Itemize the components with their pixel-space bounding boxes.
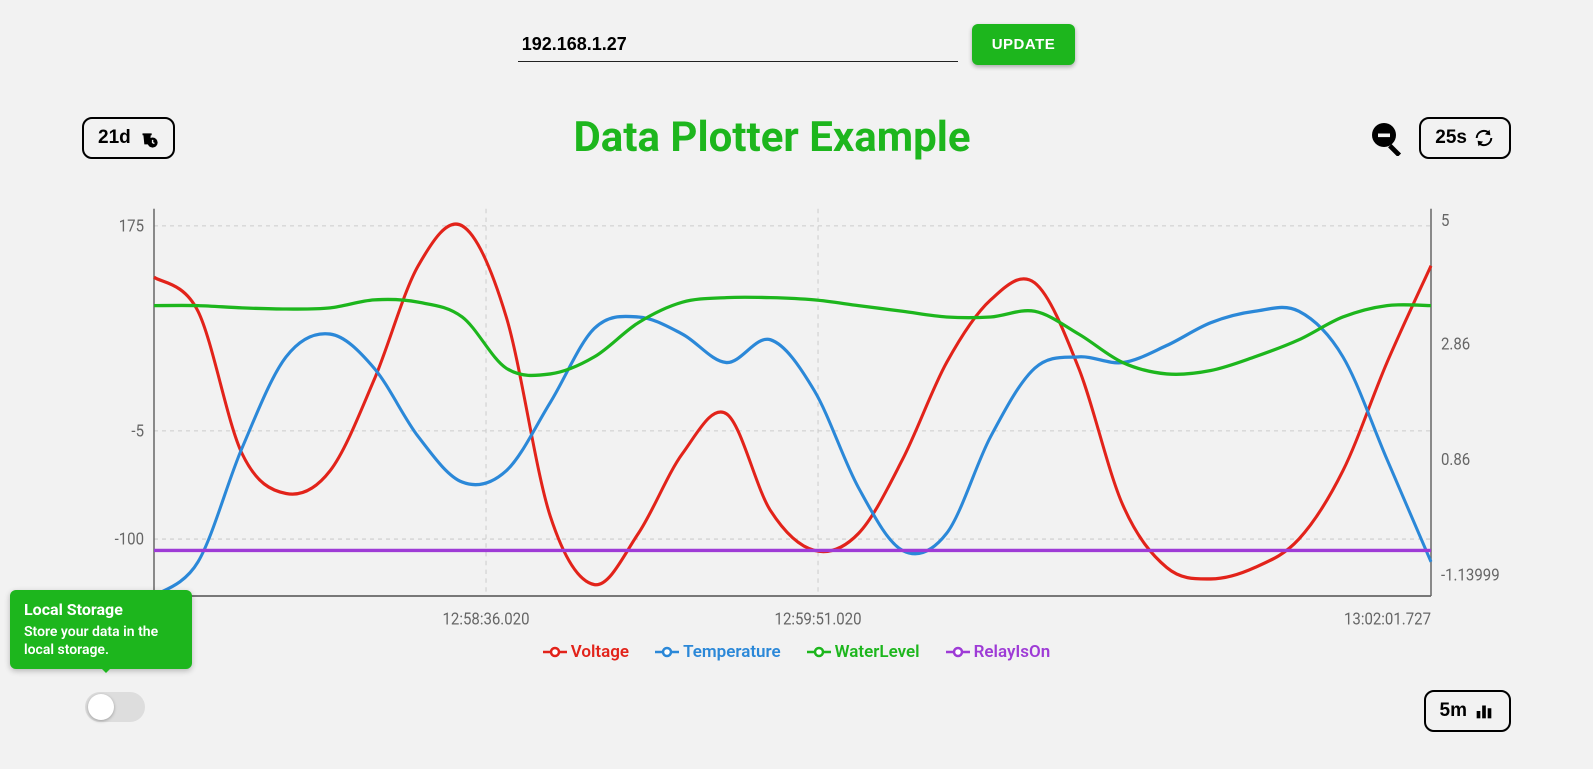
header-right: 25s [1369,117,1511,159]
legend-swatch-icon [655,646,679,658]
svg-text:0.86: 0.86 [1441,449,1470,469]
legend-item-voltage[interactable]: Voltage [543,642,629,662]
tooltip-body: Store your data in the local storage. [24,623,178,659]
legend-label: Temperature [683,642,781,662]
legend-swatch-icon [543,646,567,658]
refresh-label: 25s [1435,127,1467,149]
local-storage-toggle[interactable] [85,692,145,722]
legend: Voltage Temperature WaterLevel RelayIsOn [0,642,1593,662]
range-button[interactable]: 5m [1424,690,1511,732]
svg-text:12:58:36.020: 12:58:36.020 [443,609,530,629]
update-button[interactable]: UPDATE [972,24,1076,65]
legend-label: Voltage [571,642,629,662]
retention-button[interactable]: 21d [82,117,175,159]
svg-text:2.86: 2.86 [1441,334,1470,354]
ip-input[interactable] [518,28,958,62]
chart-area: 175-5-10052.860.86-1.139992012:58:36.020… [82,200,1511,640]
series-waterlevel [154,297,1431,375]
bottom-right: 5m [1424,690,1511,732]
svg-text:-1.13999: -1.13999 [1441,565,1500,585]
refresh-button[interactable]: 25s [1419,117,1511,159]
retention-label: 21d [98,127,131,149]
svg-text:-5: -5 [131,421,144,441]
legend-swatch-icon [946,646,970,658]
legend-swatch-icon [807,646,831,658]
legend-item-relayison[interactable]: RelayIsOn [946,642,1051,662]
local-storage-tooltip: Local Storage Store your data in the loc… [10,590,192,669]
series-voltage [154,224,1431,585]
svg-text:-100: -100 [115,529,144,549]
svg-text:5: 5 [1441,210,1450,230]
tooltip-title: Local Storage [24,600,178,619]
legend-label: WaterLevel [835,642,920,662]
legend-item-waterlevel[interactable]: WaterLevel [807,642,920,662]
legend-item-temperature[interactable]: Temperature [655,642,781,662]
svg-text:13:02:01.727: 13:02:01.727 [1344,609,1431,629]
refresh-icon [1473,127,1495,149]
bar-chart-icon [1473,700,1495,722]
header-row: 21d Data Plotter Example 25s [0,65,1593,162]
legend-label: RelayIsOn [974,642,1051,662]
svg-text:12:59:51.020: 12:59:51.020 [775,609,862,629]
zoom-out-icon[interactable] [1369,120,1405,156]
series-temperature [154,307,1431,596]
toggle-knob [88,694,114,720]
page-title: Data Plotter Example [574,113,971,162]
auto-delete-icon [137,127,159,149]
top-bar: UPDATE [0,0,1593,65]
range-label: 5m [1440,700,1467,722]
svg-text:175: 175 [119,216,144,236]
